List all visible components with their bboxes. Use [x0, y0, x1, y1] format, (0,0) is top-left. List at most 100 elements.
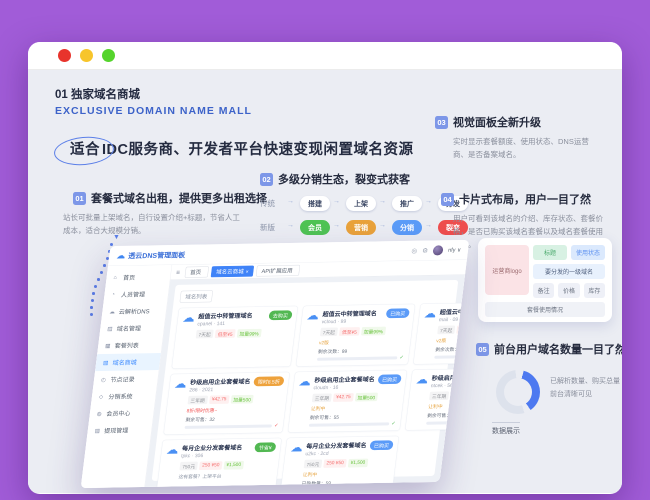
card-action-badge[interactable]: 已购买 — [377, 374, 402, 385]
sidebar-item[interactable]: ◴ 节点记录 — [93, 370, 159, 388]
sidebar-item[interactable]: ◇ 分销系统 — [91, 387, 157, 405]
cloud-icon: ☁ — [423, 306, 438, 321]
tab[interactable]: API扩展应用 — [256, 264, 301, 277]
user-menu[interactable]: nfy ∨ — [448, 247, 462, 253]
sidebar-item-icon: ☁ — [109, 308, 116, 315]
domain-card-title: 超值云中转管理域名 — [439, 307, 470, 316]
card-tag: 750元 — [303, 459, 323, 469]
feature-05-badge: 05 — [476, 342, 489, 356]
tab-close-icon[interactable] — [203, 270, 204, 275]
sidebar-item[interactable]: ☁ 云解析DNS — [101, 302, 167, 320]
progress-status-icon: ✓ — [383, 487, 388, 488]
card-promo: 让利中 — [310, 406, 326, 412]
sidebar-item-icon: ◇ — [98, 393, 104, 400]
domain-card[interactable]: ☁ 超值云中转管理域名 mail · 09 已购买 — [412, 301, 470, 365]
section-number-title: 01 独家域名商城 — [55, 89, 140, 101]
progress-status-icon: ✓ — [273, 422, 279, 429]
card-tag: 7天起 — [319, 327, 339, 337]
domain-card[interactable]: ☁ 超值云中转管理域名 cpanel · 141 去购买 7天起 低至¥5 加量… — [171, 305, 299, 369]
browser-window: 01 独家域名商城 EXCLUSIVE DOMAIN NAME MALL 适合 I… — [28, 42, 622, 494]
tab[interactable]: 首页 — [184, 266, 209, 278]
sidebar-item-label: 域名管理 — [116, 324, 142, 333]
feature-03-title: 视觉面板全新升级 — [453, 117, 541, 129]
domain-card-title: 秒级启用企业套餐域名 — [314, 375, 376, 384]
mock-stock-pill: 库存 — [583, 283, 605, 298]
sidebar-item-label: 云解析DNS — [118, 307, 151, 316]
tab-close-icon[interactable]: × — [245, 269, 249, 275]
domain-card-subtitle: cloudn · 16 — [313, 384, 339, 391]
tab-label: 首页 — [189, 269, 202, 276]
notification-icon[interactable]: ◎ — [411, 247, 418, 255]
card-tag: 加量500 — [230, 394, 254, 404]
flow-pill: 上架 — [333, 196, 376, 211]
feature-03: 03 视觉面板全新升级 实时显示套餐额度、使用状态、DNS运营商、是否备案域名。 — [435, 114, 600, 162]
card-progress-row: ✓ — [434, 353, 470, 360]
domain-card[interactable]: ☁ 秒级启用企业套餐域名 cloudn · 16 已购买 三年期 ¥42.75 … — [287, 369, 408, 433]
card-tag: 750元 — [179, 461, 199, 471]
flow-pill: 搭建 — [287, 196, 330, 211]
domain-card[interactable]: ☁ 每月企业分发套餐域名 tpkc · 306 节省¥ 750元 250 ¥50… — [153, 437, 282, 489]
flow-row: 新版 会员营销分销裂变 — [260, 220, 468, 235]
page-content: 01 独家域名商城 EXCLUSIVE DOMAIN NAME MALL 适合 I… — [28, 70, 622, 493]
domain-card-title: 每月企业分发套餐域名 — [181, 443, 243, 452]
sidebar-item-icon: ◍ — [96, 410, 103, 417]
traffic-light-zoom[interactable] — [102, 49, 115, 62]
card-action-badge[interactable]: 限时8.5折 — [253, 376, 285, 387]
domain-list-panel: 域名列表 ☁ 超值云中转管理域名 cpanel · 141 去购买 7天起 低至… — [151, 279, 470, 489]
feature-01-desc: 站长可批量上架域名，自行设置介绍+标题，节省人工成本，适合大规模分销。 — [63, 213, 240, 235]
traffic-light-close[interactable] — [58, 49, 71, 62]
sidebar-item[interactable]: ▦ 套餐列表 — [97, 336, 163, 354]
flow-row-label: 传统 — [260, 199, 275, 208]
domain-card[interactable]: ☁ 超值云中转管理域名 vcloud · 99 已购买 7天起 低至¥5 加量9… — [295, 303, 416, 367]
tab[interactable]: 域名云商城× — [210, 265, 255, 278]
sidebar-item[interactable]: ⌂ 首页 — [106, 268, 172, 286]
tab-close-icon[interactable] — [294, 268, 295, 273]
sidebar-item-label: 套餐列表 — [114, 341, 140, 350]
card-action-badge[interactable]: 节省¥ — [254, 442, 277, 453]
feature-05-line2: 前台清晰可见 — [550, 391, 592, 399]
domain-card-title: 秒级启用企业套餐域名 — [431, 373, 470, 382]
flow-pill: 营销 — [333, 220, 376, 235]
card-tags: 7天起低至¥5加量99% — [195, 328, 291, 339]
card-tag: 低至¥5 — [456, 325, 470, 334]
feature-05-desc: 已解析数量、购买总量 前台清晰可见 — [550, 375, 620, 402]
flow-row: 传统 搭建上架推广分发 — [260, 196, 468, 211]
card-remaining-label: 剩余可售：55 — [309, 414, 340, 421]
mock-usage-bar: 套餐使用情况 — [485, 302, 605, 317]
card-remaining-label: 剩余可售：55 — [426, 412, 457, 419]
mock-status-pill: 使用状态 — [571, 245, 605, 260]
sidebar-item[interactable]: ▨ 提现管理 — [87, 421, 153, 439]
sidebar-item[interactable]: ▧ 域名商城 — [95, 353, 161, 372]
card-action-badge[interactable]: 已购买 — [369, 440, 394, 451]
card-tag: 7天起 — [437, 325, 456, 335]
headline-circled-word: 适合 — [70, 142, 100, 158]
sidebar-item[interactable]: ◍ 会员中心 — [89, 404, 155, 422]
sidebar-item[interactable]: ▤ 域名管理 — [99, 319, 165, 337]
feature-05: 05 前台用户域名数量一目了然 — [476, 341, 622, 357]
feature-04-badge: 04 — [441, 192, 454, 206]
card-tag: ¥1,500 — [347, 458, 369, 468]
card-action-badge[interactable]: 去购买 — [268, 310, 293, 321]
page-header: 01 独家域名商城 EXCLUSIVE DOMAIN NAME MALL — [55, 86, 252, 117]
feature-02: 02 多级分销生态，裂变式获客 传统 搭建上架推广分发 新版 会员营销分销裂变 — [260, 171, 468, 235]
domain-card-subtitle: ntcek · 56 — [430, 382, 454, 389]
mock-price-pill: 价格 — [558, 283, 580, 298]
domain-card-title: 超值云中转管理域名 — [197, 312, 253, 320]
user-avatar[interactable] — [432, 245, 444, 256]
feature-03-badge: 03 — [435, 115, 448, 129]
collapse-menu-icon[interactable]: ≡ — [176, 268, 181, 276]
sidebar-item[interactable]: ◔ 人员管理 — [103, 285, 169, 303]
card-action-badge[interactable]: 已购买 — [385, 308, 410, 319]
domain-card[interactable]: ☁ 秒级启用企业套餐域名 286 · 2021 限时8.5折 三年期 ¥42.7… — [163, 371, 291, 435]
card-layout-illustration: 运营商logo 标题 使用状态 要分发的一级域名 备注 价格 库存 套餐使用情况 — [478, 238, 612, 322]
tabs: 首页 域名云商城× API扩展应用 — [184, 264, 301, 278]
card-promo: v2版 — [435, 338, 447, 344]
card-tag: ¥42.75 — [450, 391, 470, 400]
domain-card[interactable]: ☁ 秒级启用企业套餐域名 ntcek · 56 已购买 — [404, 367, 470, 431]
domain-card[interactable]: ☁ 每月企业分发套餐域名 u2kc · 2cd 已购买 750元 250 ¥50… — [278, 435, 400, 489]
settings-icon[interactable]: ⚙ — [422, 246, 429, 254]
feature-02-badge: 02 — [260, 172, 273, 186]
domain-card-subtitle: 286 · 2021 — [188, 387, 214, 393]
traffic-light-minimize[interactable] — [80, 49, 93, 62]
sidebar-item-label: 分销系统 — [108, 392, 133, 401]
